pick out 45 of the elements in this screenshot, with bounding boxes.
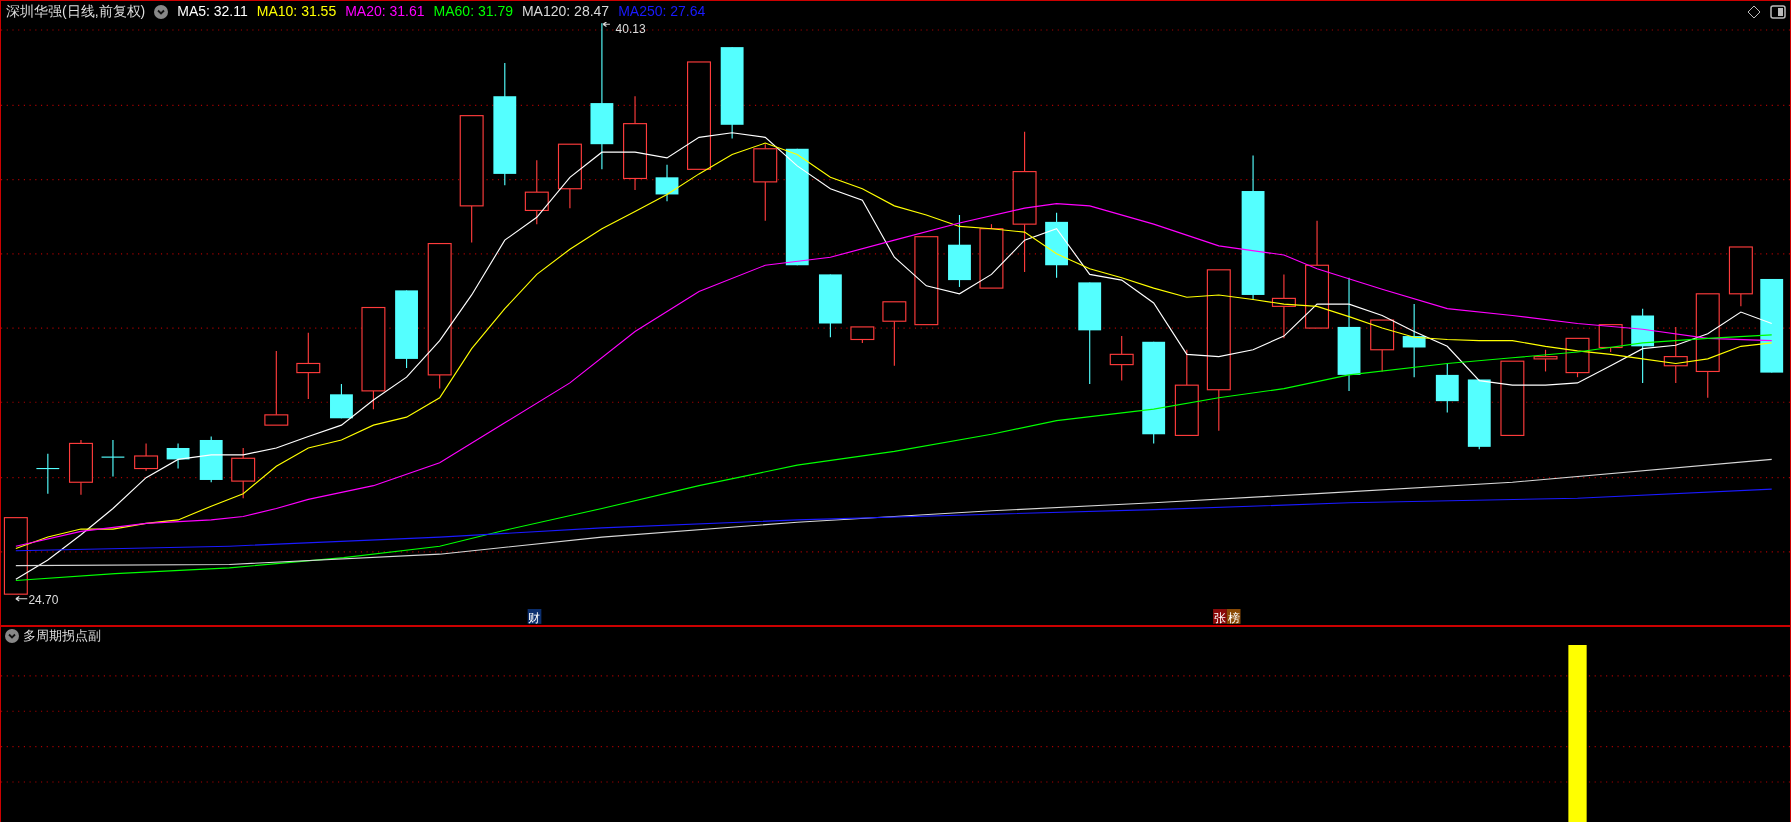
candlestick [1109,335,1134,382]
candlestick [134,442,159,472]
candlestick [330,383,353,419]
candlestick [850,326,875,344]
candlestick [1271,273,1296,339]
low-price-arrow-icon [15,595,28,602]
moving-average-label: MA250: 27.64 [618,2,706,21]
candlestick [231,447,256,499]
moving-average-label: MA5: 32.11 [177,2,248,21]
candlestick [1663,326,1688,384]
candlestick [1045,212,1068,279]
indicator-title: 多周期拐点副 [23,627,101,646]
panel-toggle-icon[interactable] [1770,4,1786,19]
candlestick [296,332,321,400]
moving-average-label: MA10: 31.55 [256,2,337,21]
candlestick [557,143,582,209]
candlestick [818,273,842,338]
candlestick [524,159,549,225]
high-price-marker-icon [602,22,611,28]
event-marker[interactable]: 张 [1213,609,1227,625]
collapse-icon[interactable] [5,629,19,643]
moving-average-label: MA120: 28.47 [521,2,610,21]
candlestick [1728,246,1753,307]
candlestick [1467,378,1491,450]
high-price-label: 40.13 [615,22,646,37]
candlestick [68,439,93,496]
collapse-icon[interactable] [154,4,169,19]
candlestick [1370,319,1395,373]
candlestick [979,223,1004,289]
candlestick [166,442,190,470]
candlestick [655,164,679,202]
low-price-label: 24.70 [28,593,59,608]
stock-title: 深圳华强(日线,前复权) [6,2,146,21]
candlestick [199,436,223,483]
diamond-icon[interactable] [1747,4,1761,19]
candlestick [100,439,125,478]
candlestick [1598,324,1623,353]
candlestick [882,301,907,367]
moving-average-label: MA60: 31.79 [433,2,513,21]
candlestick [1435,362,1459,414]
event-marker[interactable]: 财 [527,609,542,625]
moving-average-label: MA20: 31.61 [345,2,425,21]
candlestick [35,453,60,495]
candlestick [1533,349,1558,373]
candlestick [1565,337,1590,378]
